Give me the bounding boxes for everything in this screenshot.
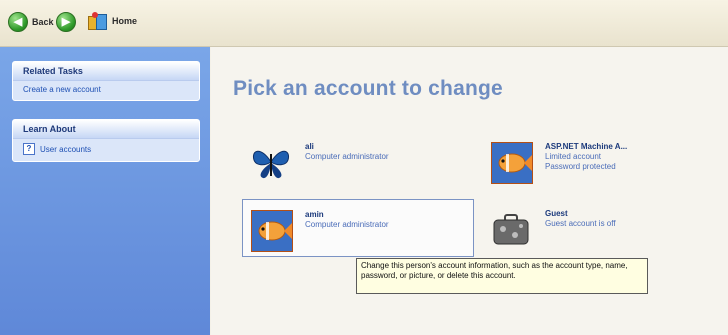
help-topic-icon: ? xyxy=(23,143,35,155)
user-accounts-label: User accounts xyxy=(40,144,92,154)
fish-icon xyxy=(491,142,533,184)
back-label: Back xyxy=(32,17,54,27)
home-button[interactable]: Home xyxy=(88,12,137,30)
account-guest[interactable]: Guest Guest account is off xyxy=(483,199,713,255)
account-aspnet[interactable]: ASP.NET Machine A... Limited account Pas… xyxy=(483,132,713,188)
account-ali[interactable]: ali Computer administrator xyxy=(243,132,473,188)
account-type: Limited account xyxy=(545,152,602,161)
related-tasks-panel: Related Tasks Create a new account xyxy=(12,61,200,101)
sidebar: Related Tasks Create a new account Learn… xyxy=(0,47,210,335)
account-name: ASP.NET Machine A... xyxy=(545,142,628,151)
home-icon xyxy=(88,12,108,30)
account-amin[interactable]: amin Computer administrator xyxy=(242,199,474,257)
forward-button[interactable]: ▶ xyxy=(56,12,76,32)
account-type: Computer administrator xyxy=(305,152,389,161)
account-name: amin xyxy=(305,210,324,219)
account-status: Guest account is off xyxy=(545,219,616,228)
user-accounts-link[interactable]: ? User accounts xyxy=(13,139,199,161)
account-name: ali xyxy=(305,142,314,151)
create-new-account-link[interactable]: Create a new account xyxy=(13,81,199,100)
back-button[interactable]: ◀ Back xyxy=(8,12,54,32)
back-arrow-icon: ◀ xyxy=(8,12,28,32)
fish-icon xyxy=(251,210,293,252)
briefcase-icon xyxy=(491,209,531,249)
home-label: Home xyxy=(112,16,138,26)
learn-about-title: Learn About xyxy=(13,120,199,139)
toolbar: ◀ Back ▶ Home xyxy=(0,0,728,47)
account-password-status: Password protected xyxy=(545,162,616,171)
account-type: Computer administrator xyxy=(305,220,389,229)
account-tooltip: Change this person's account information… xyxy=(356,258,648,294)
account-name: Guest xyxy=(545,209,568,218)
learn-about-panel: Learn About ? User accounts xyxy=(12,119,200,162)
butterfly-icon xyxy=(251,142,291,182)
forward-arrow-icon: ▶ xyxy=(56,12,76,32)
related-tasks-title: Related Tasks xyxy=(13,62,199,81)
page-title: Pick an account to change xyxy=(233,77,503,100)
